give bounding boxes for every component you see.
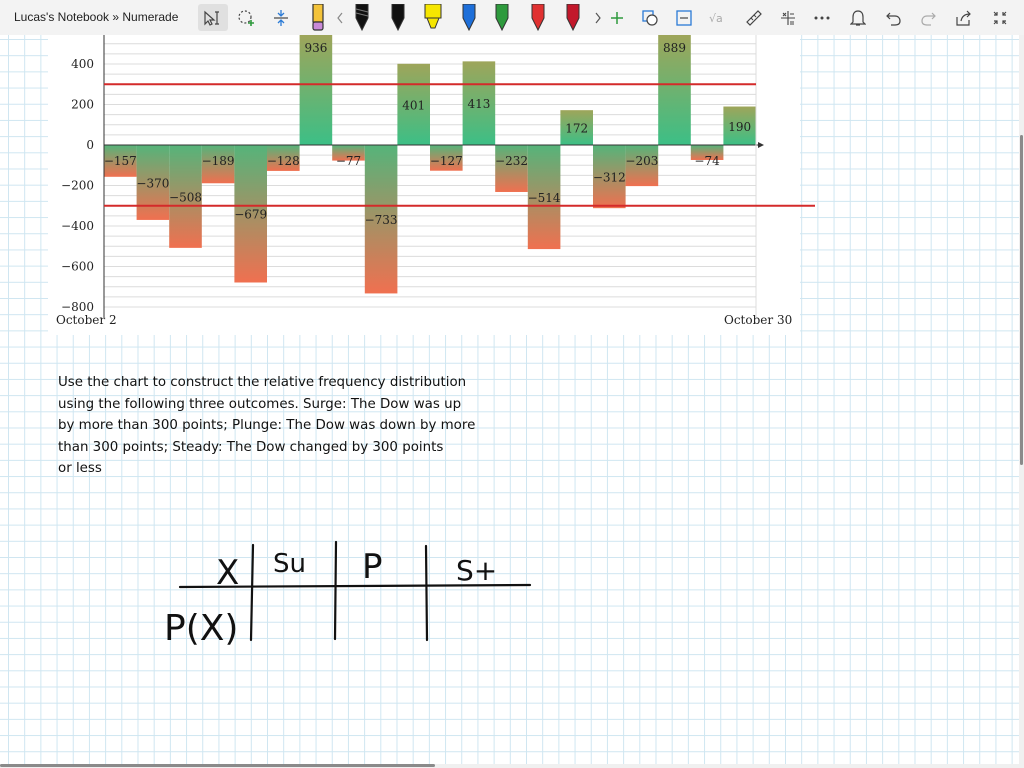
notifications-icon <box>850 9 866 26</box>
highlighter-yellow-button[interactable] <box>420 3 446 31</box>
lasso-select-icon <box>238 9 254 26</box>
question-line: than 300 points; Steady: The Dow changed… <box>58 439 444 455</box>
pen-black-2-button[interactable] <box>386 3 410 31</box>
notebook-page[interactable]: 400 200 0 −200 −400 −600 −800 −157 −370 −508 −189… <box>0 35 1019 765</box>
redo-button[interactable] <box>917 4 941 31</box>
ink-to-math-icon: √a <box>709 12 723 25</box>
svg-text:√a: √a <box>709 12 723 25</box>
ink-label-px: P(X) <box>164 608 238 649</box>
more-icon <box>814 16 830 19</box>
vertical-scrollbar[interactable] <box>1019 35 1024 768</box>
fullscreen-button[interactable] <box>988 4 1012 31</box>
pen-black-button[interactable] <box>350 3 374 31</box>
horizontal-scrollbar-thumb[interactable] <box>0 764 435 767</box>
add-pen-icon <box>611 11 623 24</box>
ink-to-math-button[interactable]: √a <box>706 4 730 31</box>
pen-blue-button[interactable] <box>457 3 481 31</box>
redo-icon <box>921 12 936 26</box>
ink-vertical-line <box>333 540 338 641</box>
window-title: Lucas's Notebook » Numerade <box>14 10 179 24</box>
undo-icon <box>886 12 901 26</box>
ink-vertical-line <box>249 543 255 642</box>
chevron-right-icon <box>595 12 601 23</box>
ruler-button[interactable] <box>742 4 766 31</box>
ruler-icon <box>746 9 762 26</box>
pencil-tool-button[interactable] <box>305 3 331 31</box>
pen-icon <box>391 3 405 31</box>
fullscreen-icon <box>993 11 1007 24</box>
pen-green-button[interactable] <box>490 3 514 31</box>
reference-lines <box>104 83 815 207</box>
question-line: or less <box>58 461 102 477</box>
question-line: by more than 300 points; Plunge: The Dow… <box>58 418 476 434</box>
ink-label-su: Su <box>273 549 306 579</box>
pen-darkred-button[interactable] <box>561 3 585 31</box>
math-button[interactable] <box>776 4 800 31</box>
add-pen-button[interactable] <box>606 4 628 31</box>
more-button[interactable] <box>810 4 834 31</box>
lasso-select-button[interactable] <box>233 4 259 31</box>
undo-button[interactable] <box>881 4 905 31</box>
question-line: Use the chart to construct the relative … <box>58 375 467 390</box>
ink-vertical-line <box>424 544 429 642</box>
pen-icon <box>355 3 369 31</box>
add-space-icon <box>274 9 288 26</box>
notifications-button[interactable] <box>846 4 870 31</box>
math-icon <box>781 10 795 25</box>
question-line: using the following three outcomes. Surg… <box>58 396 462 412</box>
pencil-tool-icon <box>312 3 324 31</box>
share-button[interactable] <box>952 4 976 31</box>
share-icon <box>956 10 971 26</box>
add-space-button[interactable] <box>268 4 294 31</box>
ink-label-s-plus: S+ <box>456 554 497 587</box>
select-text-icon <box>204 10 219 26</box>
ink-to-text-button[interactable] <box>672 4 696 31</box>
vertical-scrollbar-thumb[interactable] <box>1020 135 1023 465</box>
scroll-pens-left-button[interactable] <box>332 4 348 31</box>
ink-to-shape-button[interactable] <box>638 4 662 31</box>
pen-icon <box>462 3 476 31</box>
chevron-left-icon <box>337 12 343 23</box>
pen-red-button[interactable] <box>526 3 550 31</box>
pen-icon <box>531 3 545 31</box>
toolbar: Lucas's Notebook » Numerade √a <box>0 0 1024 36</box>
horizontal-scrollbar[interactable] <box>0 764 1019 768</box>
question-text: Use the chart to construct the relative … <box>58 372 518 480</box>
ink-label-x: X <box>216 553 239 593</box>
select-text-button[interactable] <box>198 4 228 31</box>
pen-icon <box>566 3 580 31</box>
ink-label-p: P <box>362 547 383 587</box>
ink-to-text-icon <box>676 9 692 26</box>
scroll-pens-right-button[interactable] <box>590 4 606 31</box>
ink-to-shape-icon <box>642 9 658 26</box>
handwritten-table: X Su P S+ P(X) <box>164 540 532 649</box>
pen-icon <box>495 3 509 31</box>
highlighter-icon <box>424 3 442 28</box>
